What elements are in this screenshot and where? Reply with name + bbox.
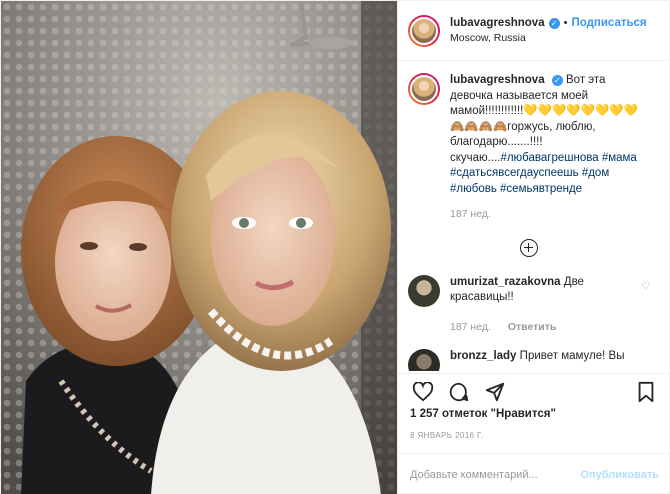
post-photo[interactable] xyxy=(1,1,397,494)
verified-icon: ✓ xyxy=(548,17,560,29)
comment-username[interactable]: bronzz_lady xyxy=(450,350,516,362)
commenter-avatar[interactable] xyxy=(408,349,440,371)
hashtag-link[interactable]: #мама xyxy=(602,152,637,164)
comment-time[interactable]: 187 нед. xyxy=(450,321,491,333)
hashtag-link[interactable]: #дом xyxy=(582,167,609,179)
comment-item: umurizat_razakovna Две красавицы!! 187 н… xyxy=(408,274,661,336)
comments-section: lubavagreshnova ✓ Вот эта девочка называ… xyxy=(398,61,670,371)
post-header: lubavagreshnova ✓ • Подписаться Moscow, … xyxy=(398,1,670,61)
photo-illustration xyxy=(1,1,397,494)
comment-item: bronzz_lady Привет мамуле! Вы xyxy=(408,349,661,371)
hashtag-link[interactable]: #сдатьсявсегдауспеешь xyxy=(450,167,579,179)
caption-time[interactable]: 187 нед. xyxy=(450,207,650,223)
load-more-icon[interactable] xyxy=(519,238,538,257)
comment-text: Привет мамуле! Вы xyxy=(519,350,625,362)
author-username[interactable]: lubavagreshnova xyxy=(450,16,545,31)
commenter-avatar[interactable] xyxy=(408,274,440,307)
comment-username[interactable]: umurizat_razakovna xyxy=(450,276,561,288)
caption: lubavagreshnova ✓ Вот эта девочка называ… xyxy=(408,73,661,223)
follow-button[interactable]: Подписаться xyxy=(571,16,646,31)
caption-username[interactable]: lubavagreshnova xyxy=(450,74,545,86)
comment-input[interactable]: Добавьте комментарий... xyxy=(410,469,580,481)
caption-avatar[interactable] xyxy=(408,73,440,105)
author-avatar[interactable] xyxy=(408,14,440,47)
hashtag-link[interactable]: #любавагрешнова xyxy=(500,152,598,164)
publish-button[interactable]: Опубликовать xyxy=(580,469,659,481)
comment-like-icon[interactable]: ♡ xyxy=(641,281,651,292)
post-sidebar: lubavagreshnova ✓ • Подписаться Moscow, … xyxy=(397,1,670,494)
reply-button[interactable]: Ответить xyxy=(508,321,557,333)
hashtag-link[interactable]: #семьявтренде xyxy=(500,183,582,195)
likes-count[interactable]: 1 257 отметок "Нравится" xyxy=(410,408,556,420)
share-icon[interactable] xyxy=(482,379,508,405)
hashtag-link[interactable]: #любовь xyxy=(450,183,497,195)
comment-icon[interactable] xyxy=(446,379,472,405)
separator-dot: • xyxy=(563,16,568,29)
post-dialog: lubavagreshnova ✓ • Подписаться Moscow, … xyxy=(0,0,670,494)
action-bar xyxy=(398,373,670,409)
heart-icon[interactable] xyxy=(410,379,436,405)
bookmark-icon[interactable] xyxy=(633,379,659,405)
add-comment-bar: Добавьте комментарий... Опубликовать xyxy=(398,453,670,494)
verified-icon: ✓ xyxy=(551,75,563,86)
post-date[interactable]: 8 ЯНВАРЬ 2016 Г. xyxy=(410,431,483,440)
location-link[interactable]: Moscow, Russia xyxy=(450,31,647,46)
